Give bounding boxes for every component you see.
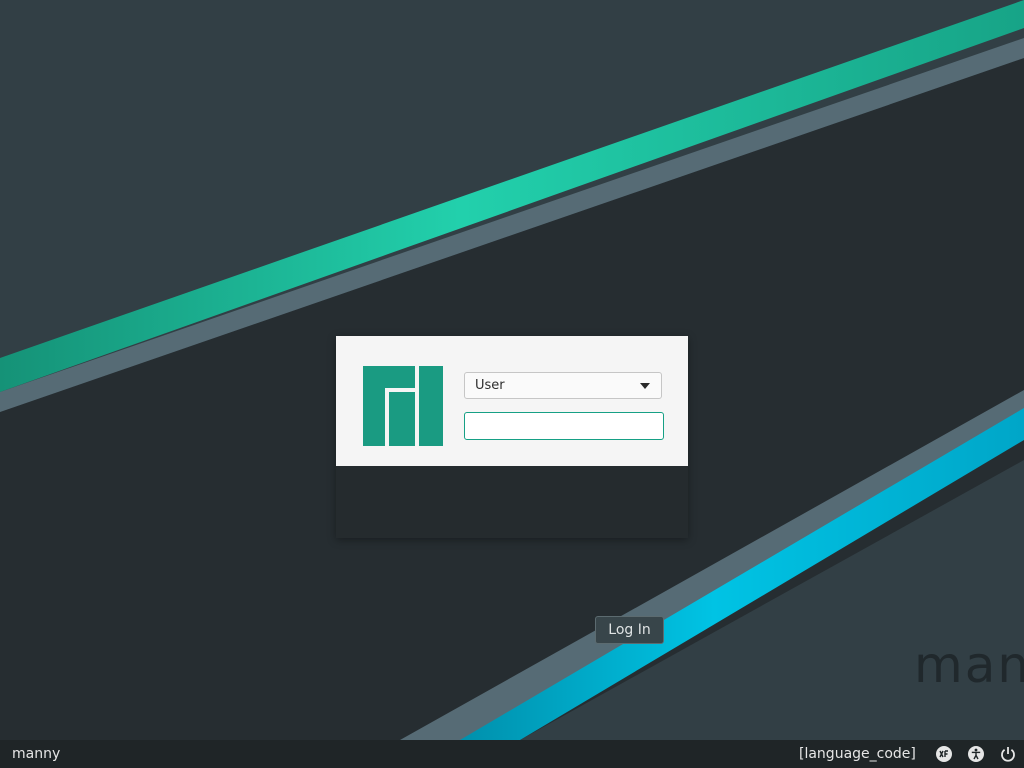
password-input[interactable]	[464, 412, 664, 440]
session-icon[interactable]	[936, 746, 952, 762]
manjaro-wordmark: manjaro	[914, 636, 1024, 694]
login-dialog-bottom: Log In	[336, 466, 688, 644]
language-indicator[interactable]: [language_code]	[799, 740, 916, 768]
hostname-label: manny	[12, 746, 61, 762]
login-dialog: User Log In	[336, 336, 688, 644]
chevron-down-icon	[640, 383, 650, 389]
desktop: manjaro User Log In	[0, 0, 1024, 740]
manjaro-logo-icon	[363, 366, 443, 446]
user-select[interactable]: User	[464, 372, 662, 399]
user-select-value: User	[475, 378, 505, 393]
login-dialog-top: User	[336, 336, 688, 466]
login-button[interactable]: Log In	[595, 616, 664, 644]
bottom-panel: manny [language_code]	[0, 740, 1024, 768]
power-icon[interactable]	[1000, 746, 1016, 762]
accessibility-icon[interactable]	[968, 746, 984, 762]
